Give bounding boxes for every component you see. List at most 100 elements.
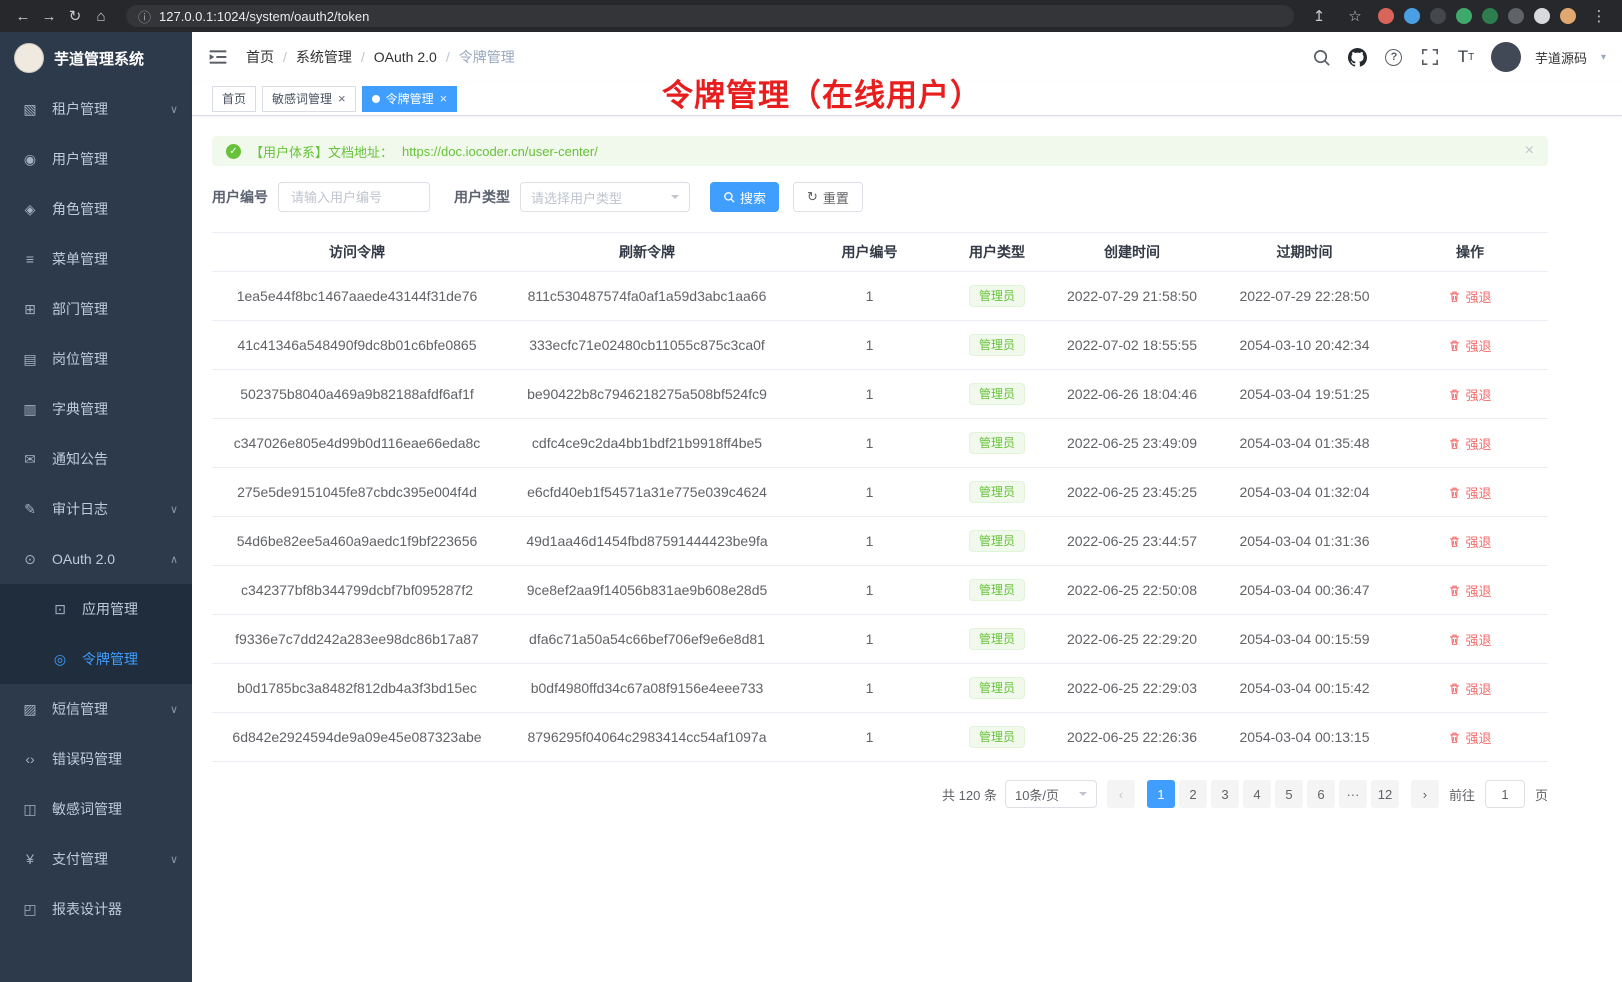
sidebar-item-sensitive-word[interactable]: ◫敏感词管理	[0, 784, 192, 834]
force-logout-button[interactable]: 强退	[1448, 630, 1491, 649]
force-logout-label: 强退	[1465, 434, 1491, 453]
operation-cell: 强退	[1392, 370, 1548, 418]
force-logout-button[interactable]: 强退	[1448, 336, 1491, 355]
github-icon[interactable]	[1347, 46, 1369, 68]
operation-cell: 强退	[1392, 713, 1548, 761]
force-logout-button[interactable]: 强退	[1448, 728, 1491, 747]
select-placeholder: 请选择用户类型	[531, 188, 622, 207]
sidebar-item-label: 支付管理	[52, 849, 108, 869]
search-icon[interactable]	[1311, 46, 1333, 68]
user-id-cell: 1	[792, 664, 947, 712]
page-size-select[interactable]: 10条/页	[1005, 780, 1097, 808]
page-button[interactable]: 5	[1275, 780, 1303, 808]
sidebar-item-audit-log[interactable]: ✎审计日志∨	[0, 484, 192, 534]
search-button[interactable]: 搜索	[710, 182, 779, 212]
sidebar-item-oauth2-token[interactable]: ◎令牌管理	[0, 634, 192, 684]
tenant-icon: ▧	[20, 101, 40, 118]
sidebar-item-pay[interactable]: ¥支付管理∨	[0, 834, 192, 884]
collapse-sidebar-icon[interactable]	[208, 47, 234, 67]
sidebar-item-menu[interactable]: ≡菜单管理	[0, 234, 192, 284]
sidebar-item-sms[interactable]: ▨短信管理∨	[0, 684, 192, 734]
chevron-up-icon: ∧	[170, 553, 178, 566]
page-button[interactable]: 2	[1179, 780, 1207, 808]
page-button[interactable]: 12	[1371, 780, 1399, 808]
tab-token[interactable]: 令牌管理×	[362, 86, 458, 112]
extension-icon-green[interactable]	[1456, 8, 1472, 24]
sidebar-item-user[interactable]: ◉用户管理	[0, 134, 192, 184]
force-logout-label: 强退	[1465, 532, 1491, 551]
app-logo[interactable]: 芋道管理系统	[0, 32, 192, 84]
username[interactable]: 芋道源码	[1535, 48, 1587, 67]
page-button[interactable]: 1	[1147, 780, 1175, 808]
force-logout-button[interactable]: 强退	[1448, 532, 1491, 551]
sidebar-item-notice[interactable]: ✉通知公告	[0, 434, 192, 484]
page-button[interactable]: 4	[1243, 780, 1271, 808]
prev-page-button[interactable]: ‹	[1107, 780, 1135, 808]
sidebar-item-report-designer[interactable]: ◰报表设计器	[0, 884, 192, 934]
home-button[interactable]: ⌂	[88, 4, 114, 28]
page-button[interactable]: 6	[1307, 780, 1335, 808]
close-icon[interactable]: ×	[440, 92, 448, 105]
sidebar-item-label: 审计日志	[52, 499, 108, 519]
force-logout-button[interactable]: 强退	[1448, 434, 1491, 453]
user-type-select[interactable]: 请选择用户类型	[520, 182, 690, 212]
address-bar[interactable]: ⓘ 127.0.0.1:1024/system/oauth2/token	[126, 5, 1294, 27]
extension-icon-dark[interactable]	[1430, 8, 1446, 24]
page-button[interactable]: 3	[1211, 780, 1239, 808]
forward-button[interactable]: →	[36, 4, 62, 28]
breadcrumb-item[interactable]: 首页	[246, 47, 274, 67]
force-logout-button[interactable]: 强退	[1448, 679, 1491, 698]
close-icon[interactable]: ×	[1525, 142, 1534, 160]
sidebar-item-oauth2[interactable]: ⊙OAuth 2.0∧	[0, 534, 192, 584]
extension-icon-red[interactable]	[1378, 8, 1394, 24]
role-icon: ◈	[20, 201, 40, 218]
user-id-input[interactable]	[278, 182, 430, 212]
force-logout-button[interactable]: 强退	[1448, 581, 1491, 600]
next-page-button[interactable]: ›	[1411, 780, 1439, 808]
pager-ellipsis[interactable]: ···	[1339, 780, 1367, 808]
chevron-down-icon[interactable]: ▾	[1601, 52, 1606, 63]
operation-cell: 强退	[1392, 664, 1548, 712]
user-id-label: 用户编号	[212, 187, 268, 207]
tab-home[interactable]: 首页	[212, 86, 256, 112]
reset-button-label: 重置	[823, 188, 849, 207]
back-button[interactable]: ←	[10, 4, 36, 28]
sidebar-item-label: 菜单管理	[52, 249, 108, 269]
sidebar-item-dict[interactable]: ▥字典管理	[0, 384, 192, 434]
extension-icon-puzzle[interactable]	[1482, 8, 1498, 24]
reload-button[interactable]: ↻	[62, 4, 88, 28]
reset-button[interactable]: ↻ 重置	[793, 182, 863, 212]
sidebar-item-error-code[interactable]: ‹›错误码管理	[0, 734, 192, 784]
share-icon[interactable]: ↥	[1306, 4, 1332, 28]
force-logout-button[interactable]: 强退	[1448, 483, 1491, 502]
user-id-cell: 1	[792, 419, 947, 467]
user-avatar[interactable]	[1491, 42, 1521, 72]
extension-icon-blue[interactable]	[1404, 8, 1420, 24]
breadcrumb-item[interactable]: 系统管理	[296, 47, 352, 67]
font-size-icon[interactable]: TT	[1455, 46, 1477, 68]
column-header: 用户编号	[792, 233, 947, 271]
alert-link[interactable]: https://doc.iocoder.cn/user-center/	[402, 144, 598, 159]
browser-profile-avatar[interactable]	[1560, 8, 1576, 24]
sidebar-item-post[interactable]: ▤岗位管理	[0, 334, 192, 384]
goto-page-input[interactable]	[1485, 780, 1525, 808]
sidebar-item-dept[interactable]: ⊞部门管理	[0, 284, 192, 334]
sidebar-item-role[interactable]: ◈角色管理	[0, 184, 192, 234]
bookmark-star-icon[interactable]: ☆	[1342, 4, 1368, 28]
force-logout-button[interactable]: 强退	[1448, 287, 1491, 306]
fullscreen-icon[interactable]	[1419, 46, 1441, 68]
breadcrumb-item[interactable]: OAuth 2.0	[374, 49, 437, 65]
breadcrumb-separator: /	[446, 49, 450, 65]
tab-sensitive-word[interactable]: 敏感词管理×	[262, 86, 356, 112]
force-logout-button[interactable]: 强退	[1448, 385, 1491, 404]
column-header: 创建时间	[1047, 233, 1217, 271]
sidebar-item-tenant[interactable]: ▧租户管理∨	[0, 84, 192, 134]
sidebar-item-oauth2-app[interactable]: ⊡应用管理	[0, 584, 192, 634]
close-icon[interactable]: ×	[338, 92, 346, 105]
extension-icon-split[interactable]	[1534, 8, 1550, 24]
browser-menu-icon[interactable]: ⋮	[1586, 4, 1612, 28]
extension-icon-gray[interactable]	[1508, 8, 1524, 24]
help-icon[interactable]: ?	[1383, 46, 1405, 68]
site-info-icon[interactable]: ⓘ	[138, 7, 151, 26]
breadcrumb-separator: /	[361, 49, 365, 65]
